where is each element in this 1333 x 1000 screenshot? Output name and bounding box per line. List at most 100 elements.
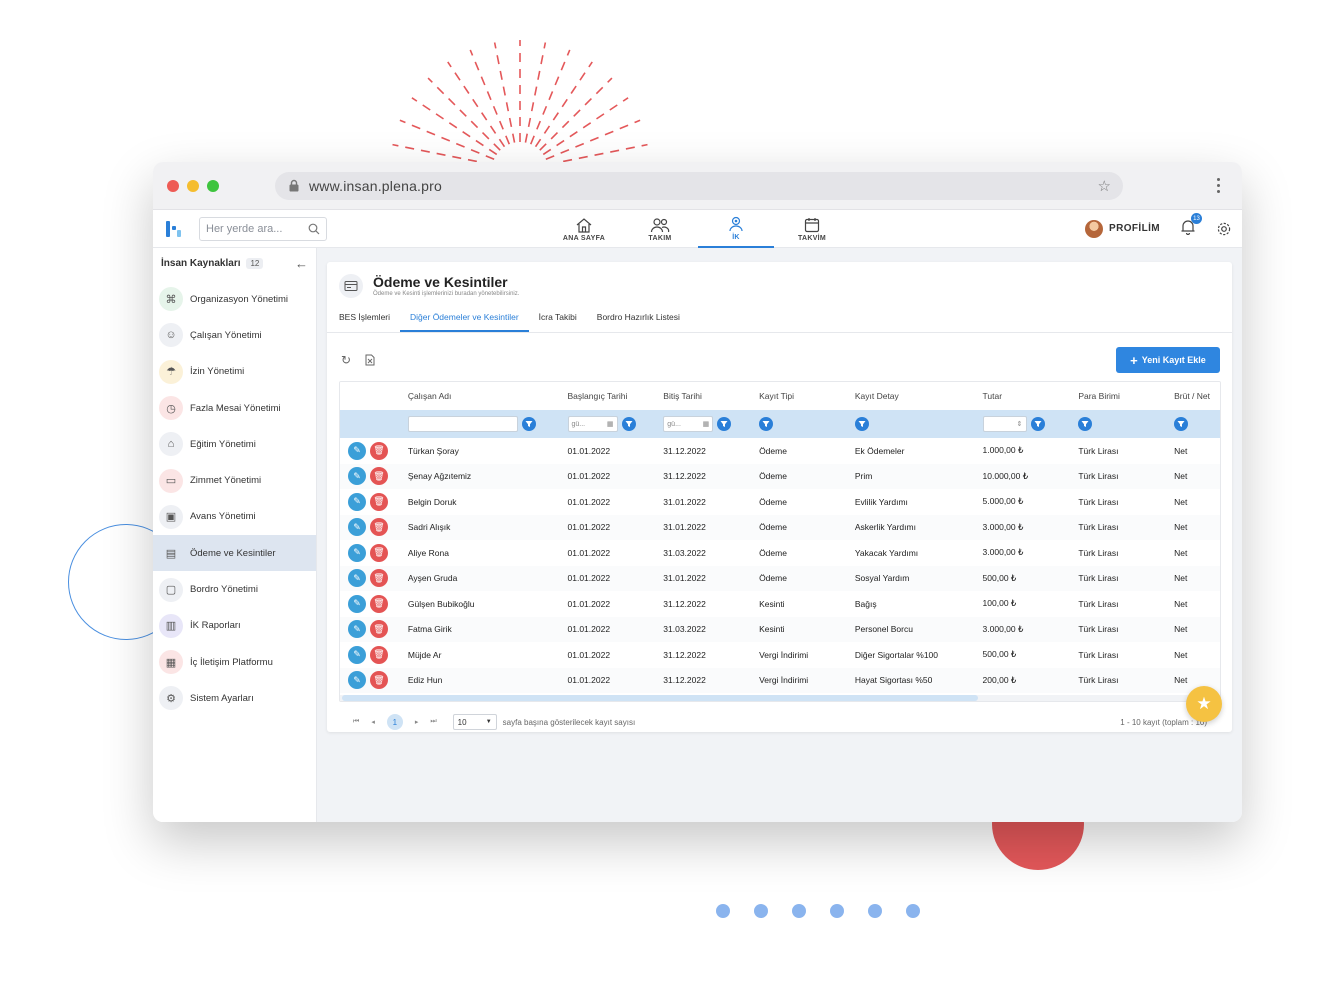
sidebar-item[interactable]: ◷ Fazla Mesai Yönetimi [153,390,316,426]
column-header[interactable]: Para Birimi [1078,391,1174,401]
prev-page-icon[interactable]: ◂ [371,718,375,726]
amount-filter-input[interactable]: ⇕ [982,416,1027,432]
column-header[interactable]: Bitiş Tarihi [663,391,759,401]
end-date-filter-input[interactable]: gü... ▦ [663,416,714,432]
filter-icon[interactable] [759,417,774,431]
search-input[interactable]: Her yerde ara... [206,223,308,235]
name-filter-input[interactable] [407,416,518,432]
table-row[interactable]: ✎ 🗑 Ediz Hun 01.01.2022 31.12.2022 Vergi İndi… [340,667,1220,693]
column-header[interactable]: Tutar [983,391,1079,401]
sidebar-item[interactable]: ⌂ Eğitim Yönetimi [153,426,316,462]
next-page-icon[interactable]: ▸ [415,718,419,726]
tab-other-payments[interactable]: Diğer Ödemeler ve Kesintiler [400,312,529,332]
edit-pencil-icon[interactable]: ✎ [348,569,366,588]
minimize-window-button[interactable] [187,179,199,192]
filter-icon[interactable] [521,417,536,431]
filter-icon[interactable] [621,417,636,431]
sidebar-item[interactable]: ▭ Zimmet Yönetimi [153,462,316,498]
edit-pencil-icon[interactable]: ✎ [348,620,366,639]
sidebar-item-label: Bordro Yönetimi [190,584,258,596]
column-header[interactable]: Brüt / Net [1174,391,1220,401]
export-excel-icon[interactable] [365,354,375,366]
stepper-icon[interactable]: ⇕ [1017,420,1023,428]
delete-trash-icon[interactable]: 🗑 [370,543,388,562]
nav-hr[interactable]: İK [698,210,774,248]
gear-icon: ⚙ [159,686,183,711]
column-header[interactable]: Çalışan Adı [408,391,568,401]
page-number-current[interactable]: 1 [386,714,403,730]
table-row[interactable]: ✎ 🗑 Gülşen Bubikoğlu 01.01.2022 31.12.2022 Ke… [340,591,1220,617]
close-window-button[interactable] [167,179,179,192]
sidebar-item[interactable]: ▢ Bordro Yönetimi [153,571,316,607]
profile-menu[interactable]: PROFİLİM [1085,219,1160,238]
delete-trash-icon[interactable]: 🗑 [370,518,388,537]
table-row[interactable]: ✎ 🗑 Müjde Ar 01.01.2022 31.12.2022 Vergi İndi… [340,642,1220,668]
first-page-icon[interactable]: ⏮ [353,718,359,726]
tab-payroll-prep[interactable]: Bordro Hazırlık Listesi [587,312,690,332]
address-bar[interactable]: www.insan.plena.pro ☆ [275,171,1123,200]
sidebar-item[interactable]: ▤ Ödeme ve Kesintiler [153,535,316,572]
table-row[interactable]: ✎ 🗑 Fatma Girik 01.01.2022 31.03.2022 Kesinti… [340,616,1220,642]
scrollbar-thumb[interactable] [342,695,978,701]
delete-trash-icon[interactable]: 🗑 [370,645,388,664]
filter-icon[interactable] [1078,417,1093,431]
column-header[interactable]: Kayıt Detay [855,391,983,401]
sidebar-item[interactable]: ☺ Çalışan Yönetimi [153,317,316,353]
table-row[interactable]: ✎ 🗑 Şenay Ağzıtemiz 01.01.2022 31.12.2022 Öde… [340,463,1220,489]
delete-trash-icon[interactable]: 🗑 [370,441,388,460]
edit-pencil-icon[interactable]: ✎ [348,467,366,486]
table-row[interactable]: ✎ 🗑 Türkan Şoray 01.01.2022 31.12.2022 Ödeme E… [340,438,1220,464]
table-row[interactable]: ✎ 🗑 Ayşen Gruda 01.01.2022 31.01.2022 Ödeme So… [340,565,1220,591]
tab-bes[interactable]: BES İşlemleri [339,312,400,332]
nav-home[interactable]: ANA SAYFA [546,210,622,248]
bookmark-star-icon[interactable]: ☆ [1098,177,1111,195]
sidebar-item[interactable]: ▦ İç İletişim Platformu [153,644,316,680]
page-size-select[interactable]: 10 ▼ [452,714,497,730]
filter-icon[interactable] [1030,417,1045,431]
edit-pencil-icon[interactable]: ✎ [348,594,366,613]
app-logo[interactable] [163,218,185,240]
delete-trash-icon[interactable]: 🗑 [370,620,388,639]
search-icon[interactable] [308,223,320,235]
table-row[interactable]: ✎ 🗑 Aliye Rona 01.01.2022 31.03.2022 Ödeme Yak… [340,540,1220,566]
nav-team[interactable]: TAKIM [622,210,698,248]
sidebar-item[interactable]: ☂ İzin Yönetimi [153,354,316,390]
edit-pencil-icon[interactable]: ✎ [348,645,366,664]
last-page-icon[interactable]: ⏭ [430,718,436,726]
edit-pencil-icon[interactable]: ✎ [348,671,366,690]
delete-trash-icon[interactable]: 🗑 [370,492,388,511]
filter-icon[interactable] [854,417,869,431]
add-record-button[interactable]: + Yeni Kayıt Ekle [1116,347,1220,373]
delete-trash-icon[interactable]: 🗑 [370,569,388,588]
column-header[interactable]: Kayıt Tipi [759,391,855,401]
edit-pencil-icon[interactable]: ✎ [348,492,366,511]
settings-gear-icon[interactable] [1216,221,1232,237]
sidebar-item-label: Organizasyon Yönetimi [190,293,289,305]
tab-enforcement[interactable]: İcra Takibi [529,312,587,332]
delete-trash-icon[interactable]: 🗑 [370,594,388,613]
start-date-filter-input[interactable]: gü... ▦ [567,416,618,432]
delete-trash-icon[interactable]: 🗑 [370,671,388,690]
sidebar-item[interactable]: ▥ İK Raporları [153,608,316,644]
sidebar-item[interactable]: ⌘ Organizasyon Yönetimi [153,281,316,317]
sidebar-item[interactable]: ▣ Avans Yönetimi [153,499,316,535]
nav-calendar[interactable]: TAKVİM [774,210,850,248]
edit-pencil-icon[interactable]: ✎ [348,441,366,460]
refresh-icon[interactable]: ↻ [341,353,351,367]
filter-icon[interactable] [717,417,732,431]
table-row[interactable]: ✎ 🗑 Sadri Alışık 01.01.2022 31.01.2022 Ödeme A… [340,514,1220,540]
edit-pencil-icon[interactable]: ✎ [348,543,366,562]
favorite-star-button[interactable]: ★ [1186,686,1222,722]
horizontal-scrollbar[interactable] [340,695,1220,701]
sidebar-item[interactable]: ⚙ Sistem Ayarları [153,680,316,716]
global-search[interactable]: Her yerde ara... [199,216,327,241]
browser-menu-icon[interactable] [1208,178,1228,193]
notifications-button[interactable]: 13 [1180,213,1202,238]
delete-trash-icon[interactable]: 🗑 [370,467,388,486]
maximize-window-button[interactable] [207,179,219,192]
filter-icon[interactable] [1174,417,1189,431]
edit-pencil-icon[interactable]: ✎ [348,518,366,537]
table-row[interactable]: ✎ 🗑 Belgin Doruk 01.01.2022 31.01.2022 Ödeme E… [340,489,1220,515]
column-header[interactable]: Başlangıç Tarihi [568,391,664,401]
collapse-sidebar-arrow-icon[interactable]: ← [295,256,308,271]
